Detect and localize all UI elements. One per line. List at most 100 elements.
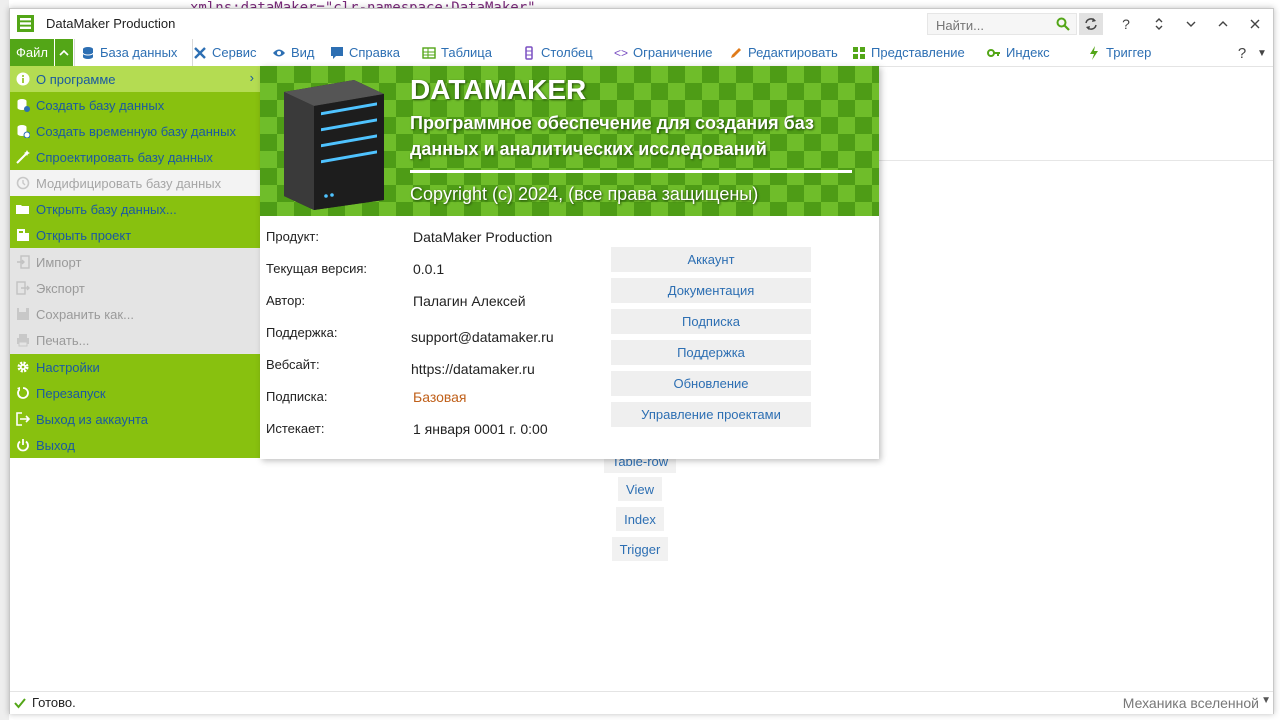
ribbon-options-button[interactable]: ▼ [1252,42,1272,64]
help-button[interactable]: ? [1114,13,1138,35]
about-banner: DATAMAKER Программное обеспечение для со… [260,66,879,216]
new-db-icon [17,99,30,112]
tab-trigger[interactable]: Триггер [1087,39,1151,66]
column-icon [525,45,533,60]
menu-item-logout[interactable]: Выход из аккаунта [10,406,260,432]
tab-label: Сервис [212,45,257,60]
bolt-icon [1090,45,1098,60]
tab-table[interactable]: Таблица [422,39,492,66]
banner-divider [410,170,852,173]
refresh-button[interactable] [1079,13,1103,35]
status-text: Готово. [32,695,76,710]
chevron-down-icon[interactable]: ▼ [1261,695,1271,706]
menu-item-label: Экспорт [36,280,85,296]
ribbon-help-button[interactable]: ? [1232,42,1252,64]
app-logo-icon [17,15,34,32]
account-button[interactable]: Аккаунт [611,247,811,272]
button-label: View [626,481,654,497]
code-icon: <> [614,45,629,60]
menu-item-settings[interactable]: Настройки [10,354,260,380]
tab-label: Редактировать [748,45,838,60]
tab-database[interactable]: База данных [74,39,193,66]
menu-item-modify-db[interactable]: Модифицировать базу данных [10,170,260,196]
export-icon [16,281,30,295]
tab-help[interactable]: Справка [330,39,400,66]
minimize-button[interactable] [1179,13,1203,35]
menu-item-design-db[interactable]: Спроектировать базу данных [10,144,260,170]
tab-edit[interactable]: Редактировать [729,39,838,66]
status-bar: Готово. Механика вселенной ▼ [10,691,1273,714]
subscription-button[interactable]: Подписка [611,309,811,334]
value-website[interactable]: https://datamaker.ru [411,361,535,377]
menu-item-create-db[interactable]: Создать базу данных [10,92,260,118]
tab-view[interactable]: Вид [272,39,315,66]
support-button[interactable]: Поддержка [611,340,811,365]
close-button[interactable] [1243,13,1267,35]
search-box[interactable] [927,13,1077,35]
ribbon-collapse-button[interactable] [55,39,73,66]
index-button[interactable]: Index [616,507,664,531]
tab-service[interactable]: Сервис [193,39,257,66]
server-icon [284,80,384,210]
menu-item-label: Создать временную базу данных [36,123,236,139]
menu-item-about[interactable]: О программе › [10,66,260,92]
menu-item-label: Выход [36,437,75,453]
file-menu: О программе › Создать базу данных Создат… [10,66,260,458]
menu-item-open-project[interactable]: Открыть проект [10,222,260,248]
status-ok: Готово. [14,695,76,710]
tab-label: База данных [100,45,178,60]
value-subscription: Базовая [413,389,467,405]
menu-item-create-temp-db[interactable]: Создать временную базу данных [10,118,260,144]
tab-index[interactable]: Индекс [987,39,1050,66]
button-label: Документация [667,283,755,298]
tab-column[interactable]: Столбец [522,39,593,66]
info-icon [16,72,30,86]
expand-button[interactable] [1147,13,1171,35]
pencil-icon [731,47,741,58]
table-icon [422,46,436,59]
refresh-icon [1085,18,1097,30]
value-product: DataMaker Production [413,229,553,245]
tab-constraint[interactable]: <> Ограничение [614,39,712,66]
menu-item-label: Печать... [36,332,90,348]
trigger-button[interactable]: Trigger [612,537,668,561]
button-label: Подписка [682,314,740,329]
title-bar: DataMaker Production ? [10,9,1273,38]
update-button[interactable]: Обновление [611,371,811,396]
menu-item-label: Открыть проект [36,227,132,243]
tab-label: Ограничение [633,45,713,60]
label-version: Текущая версия: [266,261,367,276]
menu-item-export[interactable]: Экспорт [10,275,260,301]
save-icon [17,308,29,320]
button-label: Обновление [673,376,749,391]
view-button[interactable]: View [618,477,662,501]
menu-item-label: Перезапуск [36,385,106,401]
file-tab[interactable]: Файл [10,39,54,66]
menu-item-import[interactable]: Импорт [10,249,260,275]
search-icon[interactable] [1056,17,1070,31]
menu-item-print[interactable]: Печать... [10,327,260,353]
value-support-email[interactable]: support@datamaker.ru [411,329,554,345]
menu-item-label: Импорт [36,254,82,270]
maximize-button[interactable] [1211,13,1235,35]
label-product: Продукт: [266,229,320,244]
check-icon [14,697,26,709]
menu-item-save-as[interactable]: Сохранить как... [10,301,260,327]
tab-representation[interactable]: Представление [852,39,965,66]
menu-item-label: Создать базу данных [36,97,165,113]
manage-projects-button[interactable]: Управление проектами [611,402,811,427]
modify-icon [16,176,30,190]
menu-item-label: О программе [36,71,116,87]
menu-item-restart[interactable]: Перезапуск [10,380,260,406]
menu-item-open-db[interactable]: Открыть базу данных... [10,196,260,222]
chevron-up-icon [1218,21,1228,27]
button-label: Index [624,511,656,527]
database-icon [82,46,94,59]
question-icon: ? [1122,16,1130,32]
background-gutter [0,0,9,720]
chevron-down-icon [1186,21,1196,27]
documentation-button[interactable]: Документация [611,278,811,303]
search-input[interactable] [934,16,1053,34]
menu-item-exit[interactable]: Выход [10,432,260,458]
tools-icon [194,46,206,59]
